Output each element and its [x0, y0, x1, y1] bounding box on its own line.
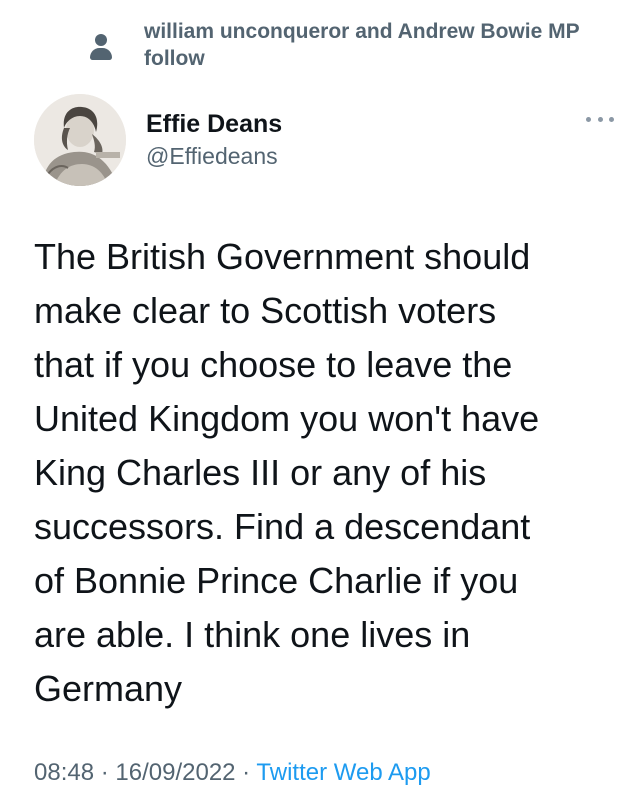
tweet-date[interactable]: 16/09/2022 — [115, 759, 235, 786]
social-context: william unconqueror and Andrew Bowie MP … — [90, 18, 620, 72]
avatar[interactable] — [34, 94, 126, 186]
social-context-text[interactable]: william unconqueror and Andrew Bowie MP … — [144, 18, 620, 72]
tweet-source-link[interactable]: Twitter Web App — [256, 759, 430, 786]
tweet-text: The British Government should make clear… — [34, 236, 540, 709]
tweet-meta: 08:48 · 16/09/2022 · Twitter Web App — [34, 758, 431, 788]
more-dots-icon[interactable] — [586, 112, 614, 126]
tweet-author-row: Effie Deans @Effiedeans — [34, 94, 614, 186]
user-handle[interactable]: @Effiedeans — [146, 141, 282, 171]
tweet-time[interactable]: 08:48 — [34, 759, 94, 786]
meta-separator: · — [94, 759, 116, 786]
display-name[interactable]: Effie Deans — [146, 109, 282, 139]
meta-separator: · — [235, 759, 257, 786]
person-icon — [88, 34, 114, 64]
